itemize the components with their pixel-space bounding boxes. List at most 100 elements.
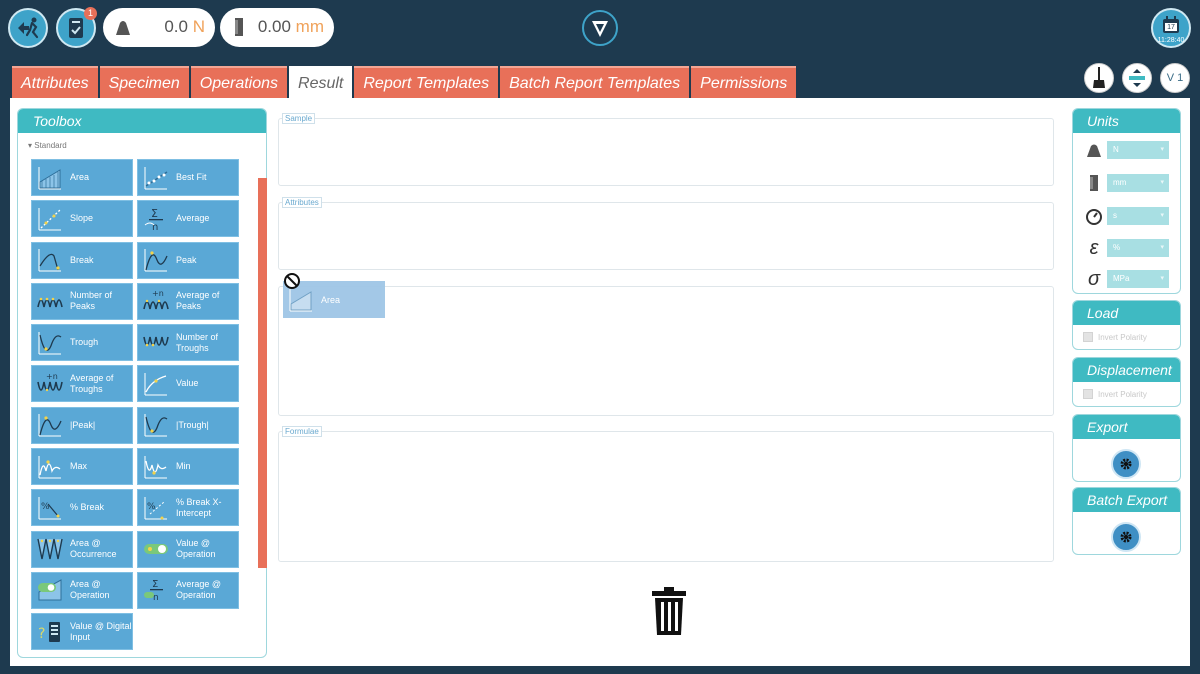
number-of-peaks-icon — [37, 298, 63, 308]
strain-unit-value: % — [1113, 243, 1121, 252]
tool-average[interactable]: Σn Average — [137, 200, 239, 238]
stress-unit-select[interactable]: MPa ▾ — [1107, 270, 1169, 288]
tool-min[interactable]: Min — [137, 448, 239, 486]
tool-average-at-operation[interactable]: Σn Average @ Operation — [137, 571, 239, 609]
tool-abs-trough[interactable]: |Trough| — [137, 406, 239, 444]
formulae-section-label: Formulae — [282, 426, 322, 437]
tool-slope[interactable]: Slope — [31, 200, 133, 238]
tool-number-of-troughs[interactable]: Number of Troughs — [137, 324, 239, 362]
top-bar: 1 0.0 N 0.00 mm 17 11:28:40 — [0, 0, 1200, 56]
tool-average-of-troughs[interactable]: +n Average of Troughs — [31, 365, 133, 403]
sigma-icon: σ — [1087, 267, 1101, 290]
toolbox-title: Toolbox — [18, 109, 266, 133]
batch-export-panel-title: Batch Export — [1073, 488, 1180, 512]
exit-running-man-icon — [18, 17, 39, 39]
tool-label: Break — [70, 254, 94, 265]
toolbox-scrollbar-thumb[interactable] — [258, 178, 267, 568]
batch-export-settings-button[interactable] — [1111, 522, 1141, 552]
tool-label: Area @ Operation — [70, 579, 110, 601]
tab-result[interactable]: Result — [289, 66, 353, 98]
tab-specimen[interactable]: Specimen — [99, 66, 189, 98]
epsilon-icon: ε — [1089, 236, 1099, 259]
displacement-readout[interactable]: 0.00 mm — [220, 8, 334, 47]
load-readout[interactable]: 0.0 N — [103, 8, 215, 47]
load-unit: N — [192, 17, 205, 36]
broom-icon — [1093, 67, 1105, 88]
clean-broom-button[interactable] — [1084, 63, 1114, 93]
force-unit-select[interactable]: N ▾ — [1107, 141, 1169, 159]
tool-value-at-operation[interactable]: Value @ Operation — [137, 530, 239, 568]
svg-text:%: % — [41, 502, 50, 512]
tool-area-at-occurrence[interactable]: Area @ Occurrence — [31, 530, 133, 568]
tab-operations[interactable]: Operations — [190, 66, 288, 98]
svg-text:Σ: Σ — [152, 579, 158, 590]
force-unit-row: N ▾ — [1083, 140, 1173, 160]
tool-number-of-peaks[interactable]: Number of Peaks — [31, 282, 133, 320]
clock-time: 11:28:40 — [1157, 37, 1185, 44]
tool-abs-peak[interactable]: |Peak| — [31, 406, 133, 444]
tool-average-of-peaks[interactable]: +n Average of Peaks — [137, 282, 239, 320]
gear-icon — [1120, 458, 1132, 470]
results-drop-section[interactable] — [278, 286, 1054, 416]
dragged-tool-label: Area — [321, 294, 341, 305]
average-of-peaks-icon: +n — [143, 289, 169, 310]
area-operation-icon — [38, 579, 62, 601]
tab-batch-report-templates[interactable]: Batch Report Templates — [500, 66, 690, 98]
tool-value[interactable]: Value — [137, 365, 239, 403]
fit-height-button[interactable] — [1122, 63, 1152, 93]
sample-section[interactable]: Sample — [278, 113, 1054, 186]
export-panel: Export — [1072, 414, 1181, 482]
tool-label: Area — [70, 172, 90, 182]
time-unit-row: s ▾ — [1083, 206, 1173, 226]
tool-label: |Peak| — [70, 419, 96, 430]
version-button[interactable]: V 1 — [1160, 63, 1190, 93]
strain-unit-select[interactable]: % ▾ — [1107, 239, 1169, 257]
load-invert-polarity-label: Invert Polarity — [1098, 332, 1147, 342]
load-invert-polarity-checkbox[interactable] — [1083, 332, 1093, 342]
toolbox-section-standard[interactable]: ▾ Standard — [28, 141, 67, 150]
tool-label: Number of Peaks — [70, 290, 113, 312]
trash-icon[interactable] — [651, 586, 687, 636]
calendar-clock-button[interactable]: 17 11:28:40 — [1151, 8, 1191, 48]
no-drop-icon — [284, 273, 300, 289]
tab-permissions[interactable]: Permissions — [691, 66, 797, 98]
best-fit-icon — [144, 166, 168, 189]
percent-break-x-icon: % — [144, 496, 167, 520]
tab-attributes[interactable]: Attributes — [12, 66, 98, 98]
length-unit-select[interactable]: mm ▾ — [1107, 174, 1169, 192]
stopwatch-icon — [1086, 209, 1102, 225]
tool-area[interactable]: Area — [31, 159, 133, 196]
load-value: 0.0 — [164, 17, 188, 36]
length-block-icon — [1090, 175, 1098, 191]
displacement-invert-polarity-checkbox[interactable] — [1083, 389, 1093, 399]
batch-export-panel: Batch Export — [1072, 487, 1181, 555]
min-icon — [144, 455, 167, 479]
tool-peak[interactable]: Peak — [137, 241, 239, 279]
stress-unit-row: σ MPa ▾ — [1083, 267, 1173, 290]
tool-value-at-digital-input[interactable]: ? Value @ Digital Input — [31, 613, 133, 651]
formulae-section[interactable]: Formulae — [278, 426, 1054, 562]
average-operation-icon: Σn — [144, 579, 163, 603]
tool-area-at-operation[interactable]: Area @ Operation — [31, 571, 133, 609]
slope-icon — [38, 207, 61, 231]
tool-label: Min — [176, 461, 191, 472]
tool-max[interactable]: Max — [31, 448, 133, 486]
tool-label: Max — [70, 461, 88, 472]
tool-label: % Break — [70, 502, 105, 513]
time-unit-select[interactable]: s ▾ — [1107, 207, 1169, 225]
tool-best-fit[interactable]: Best Fit — [137, 159, 239, 196]
abs-peak-icon — [38, 414, 62, 437]
displacement-block-icon — [235, 18, 243, 36]
tool-percent-break[interactable]: % % Break — [31, 489, 133, 527]
exit-button[interactable] — [8, 8, 48, 48]
tool-break[interactable]: Break — [31, 241, 133, 279]
tab-report-templates[interactable]: Report Templates — [354, 66, 499, 98]
area-chart-icon — [38, 166, 61, 189]
attributes-section[interactable]: Attributes — [278, 197, 1054, 270]
tool-percent-break-x-intercept[interactable]: % % Break X-Intercept — [137, 489, 239, 527]
value-curve-icon — [144, 372, 167, 396]
tool-trough[interactable]: Trough — [31, 324, 133, 362]
sample-section-label: Sample — [282, 113, 316, 124]
displacement-unit: mm — [295, 17, 324, 36]
export-settings-button[interactable] — [1111, 449, 1141, 479]
